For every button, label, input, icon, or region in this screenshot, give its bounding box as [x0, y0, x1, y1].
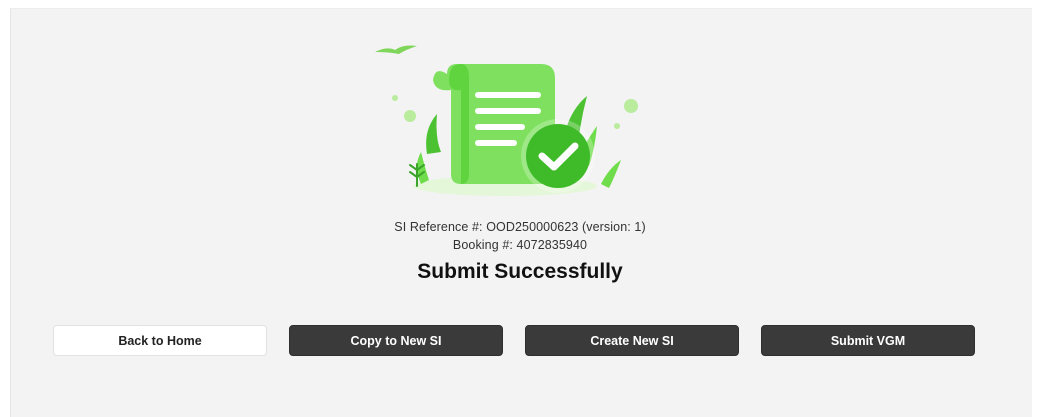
document-check-icon	[375, 45, 638, 196]
create-new-si-button[interactable]: Create New SI	[525, 325, 739, 356]
page-frame: SI Reference #: OOD250000623 (version: 1…	[0, 0, 1040, 417]
submit-vgm-button[interactable]: Submit VGM	[761, 325, 975, 356]
page-title: Submit Successfully	[417, 260, 623, 283]
copy-to-new-si-button[interactable]: Copy to New SI	[289, 325, 503, 356]
booking-number-text: Booking #: 4072835940	[452, 238, 588, 252]
back-to-home-button[interactable]: Back to Home	[53, 325, 267, 356]
si-reference-text: SI Reference #: OOD250000623 (version: 1…	[394, 220, 646, 234]
